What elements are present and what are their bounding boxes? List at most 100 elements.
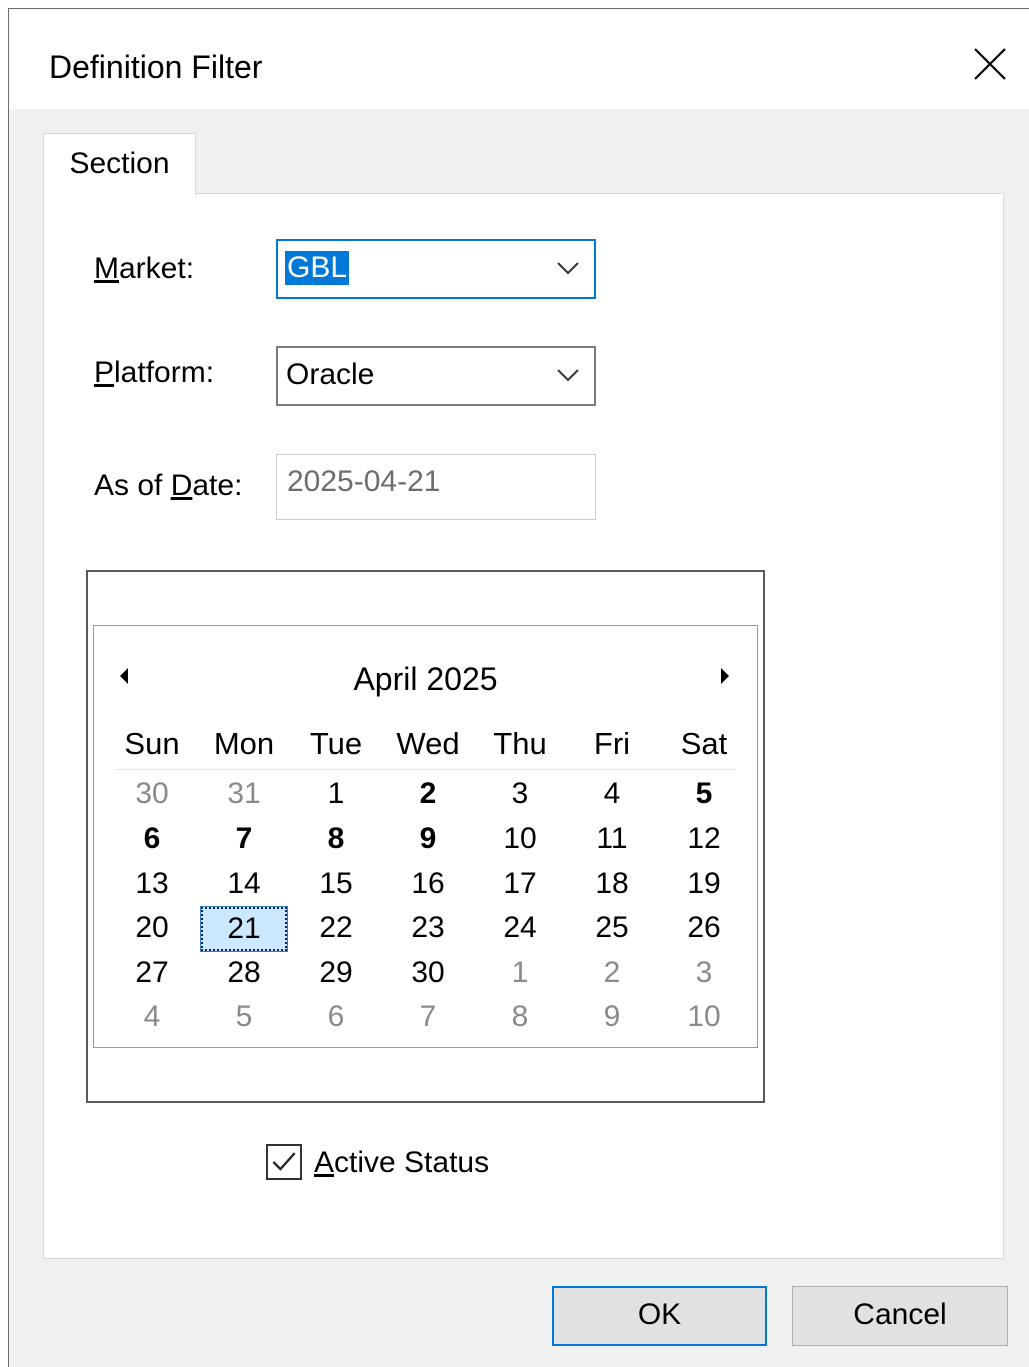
calendar-day[interactable]: 3 xyxy=(474,772,566,816)
calendar-month-title[interactable]: April 2025 xyxy=(94,661,757,698)
calendar-day[interactable]: 22 xyxy=(290,906,382,950)
calendar-day-number: 4 xyxy=(603,777,621,810)
calendar-day-number: 10 xyxy=(687,1000,721,1033)
calendar-day[interactable]: 4 xyxy=(106,995,198,1039)
calendar-day-number: 3 xyxy=(695,956,713,989)
calendar-day[interactable]: 10 xyxy=(658,995,750,1039)
calendar-day[interactable]: 30 xyxy=(106,772,198,816)
calendar-day-number: 27 xyxy=(135,956,169,989)
calendar-day[interactable]: 25 xyxy=(566,906,658,950)
calendar-day[interactable]: 6 xyxy=(290,995,382,1039)
month-calendar[interactable]: April 2025 Sun Mon Tue Wed Thu Fri Sat 30 31 1 2 3… xyxy=(93,625,758,1048)
calendar-day-number: 14 xyxy=(227,867,261,900)
calendar-day[interactable]: 31 xyxy=(198,772,290,816)
calendar-day-number: 5 xyxy=(235,1000,253,1033)
calendar-day[interactable]: 10 xyxy=(474,817,566,861)
as-of-date-field[interactable]: 2025-04-21 xyxy=(276,454,596,520)
calendar-day-number: 30 xyxy=(135,777,169,810)
platform-value: Oracle xyxy=(286,358,375,391)
calendar-day[interactable]: 5 xyxy=(198,995,290,1039)
calendar-day[interactable]: 24 xyxy=(474,906,566,950)
calendar-day-selected[interactable]: 21 xyxy=(198,906,290,952)
calendar-day[interactable]: 7 xyxy=(198,817,290,861)
calendar-day[interactable]: 17 xyxy=(474,862,566,906)
calendar-day[interactable]: 12 xyxy=(658,817,750,861)
calendar-day[interactable]: 19 xyxy=(658,862,750,906)
calendar-day-number: 17 xyxy=(503,867,537,900)
calendar-day[interactable]: 16 xyxy=(382,862,474,906)
calendar-day[interactable]: 11 xyxy=(566,817,658,861)
calendar-day-number: 8 xyxy=(327,822,345,855)
weekday-header: Tue xyxy=(309,726,363,761)
calendar-day-number: 28 xyxy=(227,956,261,989)
calendar-day[interactable]: 18 xyxy=(566,862,658,906)
calendar-day-number: 16 xyxy=(411,867,445,900)
calendar-day-number: 7 xyxy=(235,822,253,855)
calendar-day[interactable]: 15 xyxy=(290,862,382,906)
calendar-day[interactable]: 8 xyxy=(474,995,566,1039)
next-month-icon[interactable] xyxy=(717,666,733,686)
calendar-day[interactable]: 14 xyxy=(198,862,290,906)
weekday-separator xyxy=(116,769,736,770)
tab-section[interactable]: Section xyxy=(43,133,196,197)
calendar-day[interactable]: 26 xyxy=(658,906,750,950)
calendar-day[interactable]: 20 xyxy=(106,906,198,950)
market-combobox[interactable]: GBL xyxy=(276,239,596,299)
calendar-day-number: 24 xyxy=(503,911,537,944)
weekday-header: Thu xyxy=(493,726,547,761)
calendar-day-number: 26 xyxy=(687,911,721,944)
calendar-day[interactable]: 13 xyxy=(106,862,198,906)
chevron-down-icon xyxy=(557,369,579,382)
calendar-day-number: 18 xyxy=(595,867,629,900)
as-of-date-value: 2025-04-21 xyxy=(287,465,441,498)
calendar-day[interactable]: 4 xyxy=(566,772,658,816)
calendar-day[interactable]: 29 xyxy=(290,951,382,995)
calendar-day-number: 9 xyxy=(419,822,437,855)
calendar-day[interactable]: 3 xyxy=(658,951,750,995)
active-status-label[interactable]: Active Status xyxy=(314,1146,489,1180)
calendar-day[interactable]: 2 xyxy=(382,772,474,816)
title-bar: Definition Filter xyxy=(9,9,1029,109)
calendar-day-number: 9 xyxy=(603,1000,621,1033)
calendar-day-number: 25 xyxy=(595,911,629,944)
calendar-day[interactable]: 28 xyxy=(198,951,290,995)
market-value: GBL xyxy=(285,251,350,285)
platform-label: Platform: xyxy=(94,356,215,389)
calendar-day[interactable]: 30 xyxy=(382,951,474,995)
calendar-day-number: 30 xyxy=(411,956,445,989)
window-title: Definition Filter xyxy=(49,49,263,85)
ok-button[interactable]: OK xyxy=(552,1286,767,1346)
calendar-day[interactable]: 9 xyxy=(566,995,658,1039)
calendar-day-number: 2 xyxy=(419,777,437,810)
calendar-day[interactable]: 27 xyxy=(106,951,198,995)
platform-combobox[interactable]: Oracle xyxy=(276,346,596,406)
calendar-day[interactable]: 1 xyxy=(474,951,566,995)
definition-filter-dialog: Definition Filter Section Market: GBL Pl… xyxy=(8,8,1029,1367)
calendar-day-number: 8 xyxy=(511,1000,529,1033)
calendar-day-number: 21 xyxy=(200,906,288,952)
calendar-day-number: 31 xyxy=(227,777,261,810)
calendar-day[interactable]: 9 xyxy=(382,817,474,861)
calendar-day-number: 6 xyxy=(327,1000,345,1033)
chevron-down-icon xyxy=(557,262,579,275)
as-of-date-label: As of Date: xyxy=(94,469,243,502)
calendar-day[interactable]: 7 xyxy=(382,995,474,1039)
calendar-day-number: 10 xyxy=(503,822,537,855)
cancel-button[interactable]: Cancel xyxy=(792,1286,1008,1346)
calendar-day[interactable]: 6 xyxy=(106,817,198,861)
calendar-day-number: 3 xyxy=(511,777,529,810)
weekday-header: Mon xyxy=(213,726,275,761)
close-icon[interactable] xyxy=(965,39,1015,89)
calendar-day[interactable]: 1 xyxy=(290,772,382,816)
calendar-day-number: 4 xyxy=(143,1000,161,1033)
weekday-header: Wed xyxy=(396,726,460,761)
calendar-day[interactable]: 23 xyxy=(382,906,474,950)
calendar-day[interactable]: 8 xyxy=(290,817,382,861)
calendar-day-number: 13 xyxy=(135,867,169,900)
month-calendar-frame: April 2025 Sun Mon Tue Wed Thu Fri Sat 30 31 1 2 3… xyxy=(86,570,765,1103)
weekday-header: Sat xyxy=(680,726,728,761)
active-status-checkbox[interactable] xyxy=(266,1144,302,1180)
calendar-day[interactable]: 2 xyxy=(566,951,658,995)
calendar-day-number: 5 xyxy=(695,777,713,810)
calendar-day[interactable]: 5 xyxy=(658,772,750,816)
